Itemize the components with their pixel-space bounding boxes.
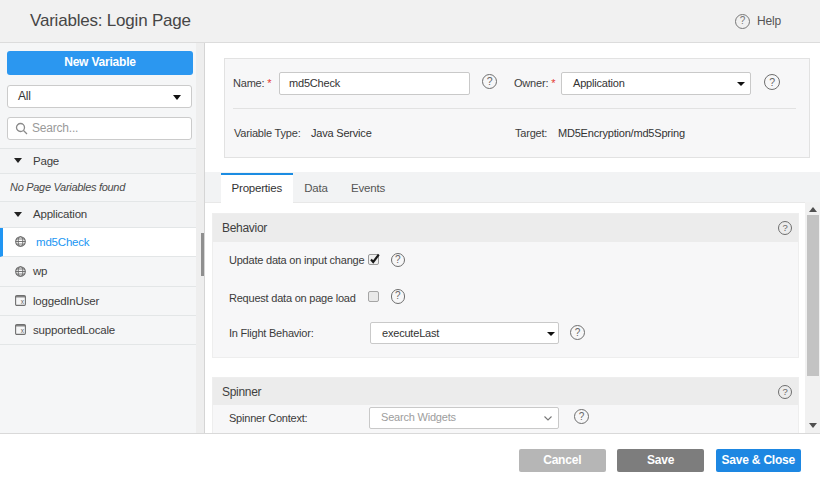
- svg-text:x: x: [21, 298, 25, 305]
- svg-text:x: x: [21, 327, 25, 334]
